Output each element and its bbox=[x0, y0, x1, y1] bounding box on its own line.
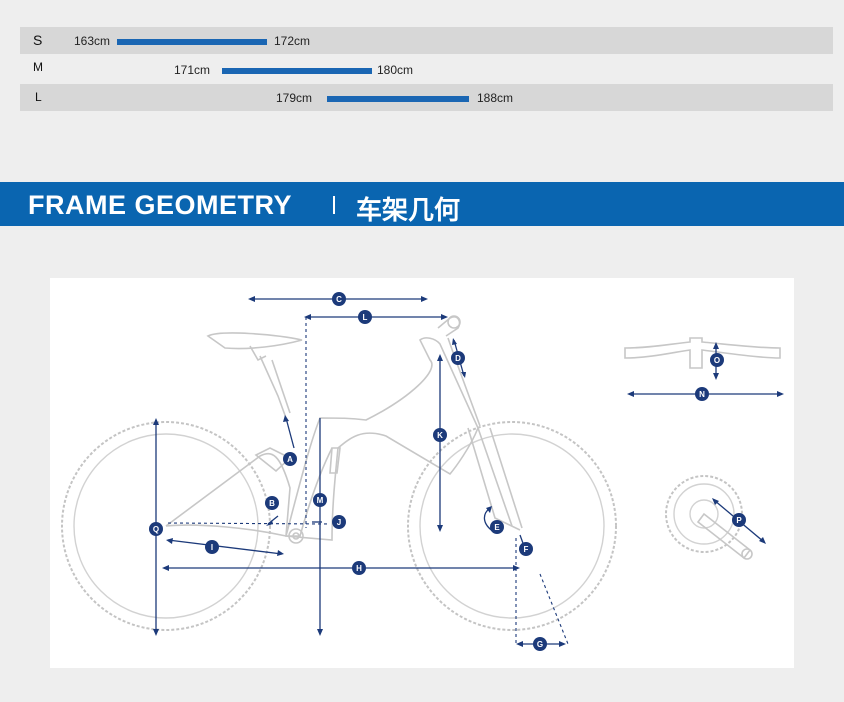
label-badge-m: M bbox=[313, 493, 327, 507]
handlebar-front-view bbox=[624, 337, 781, 369]
size-min-height: 179cm bbox=[276, 91, 313, 105]
svg-text:Q: Q bbox=[153, 525, 159, 534]
label-badge-h: H bbox=[352, 561, 366, 575]
size-max-height: 188cm bbox=[477, 91, 514, 105]
size-row-l: L 179cm 188cm bbox=[20, 84, 833, 111]
label-badge-k: K bbox=[433, 428, 447, 442]
svg-text:I: I bbox=[211, 543, 213, 552]
svg-text:D: D bbox=[455, 354, 461, 363]
label-badge-j: J bbox=[332, 515, 346, 529]
geometry-diagram-panel: C L D K A B M J Q I H E F G O N P bbox=[50, 278, 794, 668]
label-badge-b: B bbox=[265, 496, 279, 510]
size-label: M bbox=[33, 60, 43, 74]
size-range-bar bbox=[327, 96, 469, 102]
label-badge-p: P bbox=[732, 513, 746, 527]
svg-text:A: A bbox=[287, 455, 293, 464]
size-min-height: 163cm bbox=[74, 34, 111, 48]
size-range-bar bbox=[117, 39, 267, 45]
svg-text:E: E bbox=[494, 523, 500, 532]
svg-text:B: B bbox=[269, 499, 275, 508]
size-row-s: S 163cm 172cm bbox=[20, 27, 833, 54]
label-badge-n: N bbox=[695, 387, 709, 401]
size-max-height: 172cm bbox=[274, 34, 311, 48]
svg-text:N: N bbox=[699, 390, 705, 399]
svg-text:F: F bbox=[524, 545, 529, 554]
banner-separator bbox=[333, 196, 335, 214]
svg-text:K: K bbox=[437, 431, 443, 440]
banner-title-cn: 车架几何 bbox=[356, 195, 461, 225]
svg-text:M: M bbox=[317, 496, 324, 505]
frame-geometry-banner: FRAME GEOMETRY 车架几何 bbox=[0, 182, 844, 226]
svg-text:L: L bbox=[363, 313, 368, 322]
svg-text:P: P bbox=[736, 516, 742, 525]
label-badge-q: Q bbox=[149, 522, 163, 536]
label-badge-o: O bbox=[710, 353, 724, 367]
label-badge-g: G bbox=[533, 637, 547, 651]
size-label: L bbox=[35, 90, 42, 104]
label-badge-l: L bbox=[358, 310, 372, 324]
label-badge-i: I bbox=[205, 540, 219, 554]
svg-text:O: O bbox=[714, 356, 720, 365]
svg-text:C: C bbox=[336, 295, 342, 304]
label-badge-e: E bbox=[490, 520, 504, 534]
size-max-height: 180cm bbox=[377, 63, 414, 77]
label-badge-f: F bbox=[519, 542, 533, 556]
size-label: S bbox=[33, 32, 43, 48]
bike-frame bbox=[165, 315, 523, 544]
svg-text:H: H bbox=[356, 564, 362, 573]
label-badge-c: C bbox=[332, 292, 346, 306]
svg-text:J: J bbox=[337, 518, 341, 527]
bike-geometry-drawing: C L D K A B M J Q I H E F G O N P bbox=[61, 292, 784, 651]
banner-title: FRAME GEOMETRY bbox=[28, 190, 293, 220]
size-range-bar bbox=[222, 68, 372, 74]
label-badge-d: D bbox=[451, 351, 465, 365]
svg-text:G: G bbox=[537, 640, 543, 649]
size-min-height: 171cm bbox=[174, 63, 211, 77]
label-badge-a: A bbox=[283, 452, 297, 466]
size-row-m: M 171cm 180cm bbox=[20, 56, 833, 83]
